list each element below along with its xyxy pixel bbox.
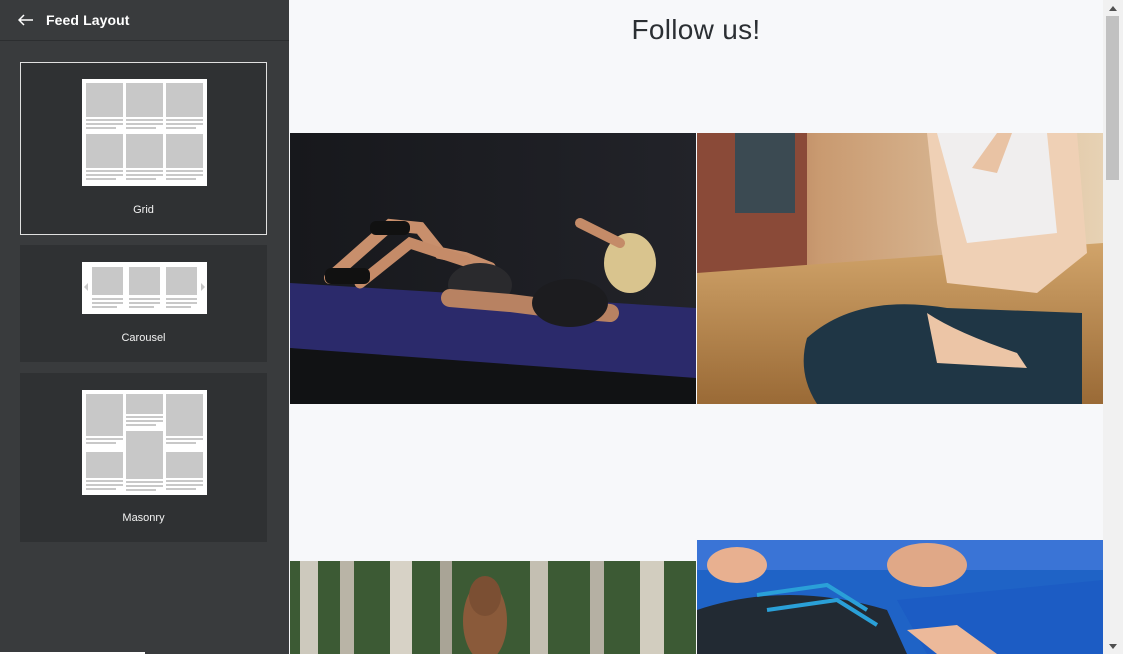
carousel-option-label: Carousel bbox=[121, 332, 166, 344]
masonry-thumbnail-icon bbox=[82, 390, 207, 495]
feed-image-shoes[interactable] bbox=[697, 540, 1103, 654]
layout-option-grid[interactable]: Grid bbox=[20, 62, 267, 235]
scroll-up-arrow-icon[interactable] bbox=[1103, 0, 1123, 16]
layout-sidebar: Feed Layout Grid Carousel Masonry bbox=[0, 0, 289, 654]
grid-thumbnail-icon bbox=[82, 79, 207, 186]
feed-preview: Follow us! bbox=[289, 0, 1103, 654]
scroll-down-arrow-icon[interactable] bbox=[1103, 638, 1123, 654]
grid-option-label: Grid bbox=[133, 204, 154, 216]
feed-image-crunches[interactable] bbox=[290, 133, 696, 404]
sidebar-title: Feed Layout bbox=[46, 12, 130, 28]
feed-title: Follow us! bbox=[631, 14, 761, 45]
feed-image-forest[interactable] bbox=[290, 561, 696, 654]
page-scrollbar[interactable] bbox=[1103, 0, 1123, 654]
scrollbar-thumb[interactable] bbox=[1106, 16, 1119, 180]
carousel-thumbnail-icon bbox=[82, 262, 207, 314]
sidebar-header: Feed Layout bbox=[0, 0, 289, 41]
feed-image-yoga[interactable] bbox=[697, 133, 1103, 404]
masonry-option-label: Masonry bbox=[122, 512, 165, 524]
arrow-left-icon[interactable] bbox=[16, 10, 36, 30]
layout-option-carousel[interactable]: Carousel bbox=[20, 245, 267, 362]
layout-option-masonry[interactable]: Masonry bbox=[20, 373, 267, 542]
